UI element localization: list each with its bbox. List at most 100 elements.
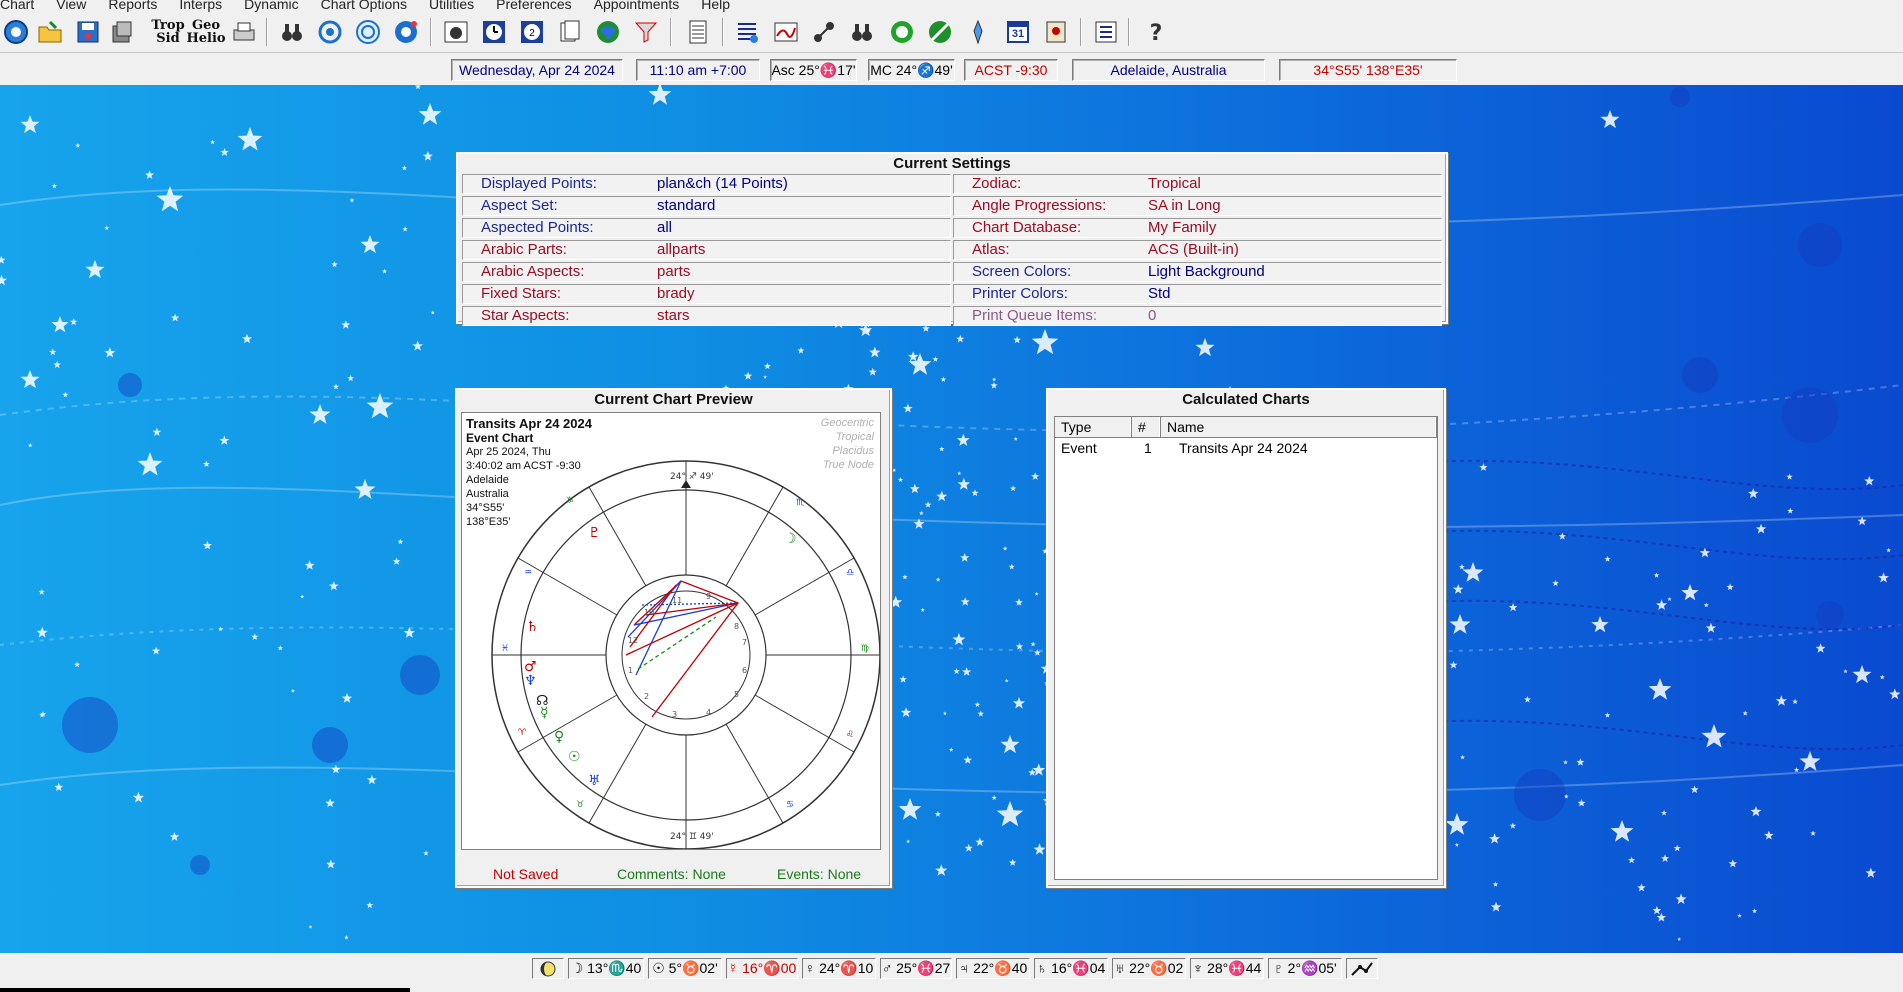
svg-text:♉: ♉ [576,800,584,810]
setting-star-aspects[interactable]: Star Aspects: stars [462,306,951,326]
print-icon[interactable] [228,16,260,48]
setting-displayed-points[interactable]: Displayed Points: plan&ch (14 Points) [462,174,951,194]
column-header-type[interactable]: Type [1055,417,1132,437]
location-field[interactable]: Adelaide, Australia [1072,59,1265,81]
row-number: 1 [1144,440,1152,456]
green-dial-icon[interactable] [924,16,956,48]
row-name: Transits Apr 24 2024 [1179,440,1308,456]
menu-utilities[interactable]: Utilities [418,0,485,11]
setting-label: Aspect Set: [481,197,558,214]
setting-zodiac[interactable]: Zodiac: Tropical [953,174,1442,194]
wheel-settings-icon[interactable] [390,16,422,48]
setting-chart-database[interactable]: Chart Database: My Family [953,218,1442,238]
chart-wheel-area[interactable]: Transits Apr 24 2024 Event Chart Apr 25 … [461,412,881,850]
neptune-position[interactable]: ♆ 28°♓44 [1190,958,1264,979]
setting-value: My Family [1148,219,1217,236]
menu-view[interactable]: View [45,0,97,11]
new-chart-icon[interactable] [0,16,32,48]
setting-value: standard [657,197,716,214]
setting-screen-colors[interactable]: Screen Colors: Light Background [953,262,1442,282]
sun-position[interactable]: ☉ 5°♉02' [648,958,722,979]
wheel-icon[interactable] [314,16,346,48]
svg-text:♈: ♈ [518,728,527,738]
venus-position[interactable]: ♀ 24°♈10 [802,958,876,979]
time-field[interactable]: 11:10 am +7:00 [636,59,760,81]
menu-help[interactable]: Help [690,0,741,11]
binoculars-icon[interactable] [276,16,308,48]
table-row[interactable]: Event 1 Transits Apr 24 2024 [1055,438,1437,458]
setting-label: Arabic Aspects: [481,263,585,280]
comments-label[interactable]: Comments: None [617,866,726,882]
setting-atlas[interactable]: Atlas: ACS (Built-in) [953,240,1442,260]
menu-preferences[interactable]: Preferences [485,0,582,11]
save-disk-icon[interactable] [72,16,104,48]
toolbar: Trop Sid Geo Helio 2 31 ? [0,12,1903,53]
dial-icon[interactable]: 2 [516,16,548,48]
mercury-position[interactable]: ☿ 16°♈00 [726,958,798,979]
jupiter-position[interactable]: ♃ 22°♉40 [956,958,1030,979]
pluto-position[interactable]: ♇ 2°♒05' [1268,958,1342,979]
column-header-name[interactable]: Name [1161,417,1437,437]
svg-text:☽: ☽ [784,531,797,547]
uranus-position[interactable]: ♅ 22°♉02 [1112,958,1186,979]
green-clock-icon[interactable] [886,16,918,48]
menu-reports[interactable]: Reports [97,0,168,11]
geo-helio-button[interactable]: Geo Helio [186,16,225,48]
wheel-zoom-icon[interactable] [352,16,384,48]
setting-label: Displayed Points: [481,175,597,192]
setting-value: Light Background [1148,263,1265,280]
crystal-icon[interactable] [962,16,994,48]
setting-print-queue-items[interactable]: Print Queue Items: 0 [953,306,1442,326]
help-icon[interactable]: ? [1140,16,1172,48]
globe-icon[interactable] [592,16,624,48]
setting-angle-progressions[interactable]: Angle Progressions: SA in Long [953,196,1442,216]
notebook-icon[interactable] [1040,16,1072,48]
setting-aspect-set[interactable]: Aspect Set: standard [462,196,951,216]
database-icon[interactable] [106,16,138,48]
setting-fixed-stars[interactable]: Fixed Stars: brady [462,284,951,304]
calendar-icon[interactable]: 31 [1002,16,1034,48]
midheaven-field[interactable]: MC 24°♐49' [868,59,955,81]
svg-text:♒: ♒ [524,568,532,578]
timezone-field[interactable]: ACST -9:30 [964,59,1058,81]
coordinates-field[interactable]: 34°S55' 138°E35' [1279,59,1457,81]
ascendant-field[interactable]: Asc 25°♓17' [770,59,857,81]
trop-sid-button[interactable]: Trop Sid [150,16,186,48]
date-field[interactable]: Wednesday, Apr 24 2024 [451,59,623,81]
svg-text:☿: ☿ [540,705,549,721]
menu-chart[interactable]: Chart [0,0,45,11]
pages-icon[interactable] [554,16,586,48]
saturn-position[interactable]: ♄ 16°♓04 [1034,958,1108,979]
clock-icon[interactable] [478,16,510,48]
filter-icon[interactable] [630,16,662,48]
menu-interps[interactable]: Interps [168,0,233,11]
not-saved-label: Not Saved [493,866,559,882]
aspect-grid-icon[interactable] [1346,958,1378,979]
setting-arabic-parts[interactable]: Arabic Parts: allparts [462,240,951,260]
chart-window-icon[interactable] [440,16,472,48]
graph-icon[interactable] [770,16,802,48]
calculator-icon[interactable] [682,16,714,48]
column-header-number[interactable]: # [1132,417,1161,437]
list-icon[interactable] [732,16,764,48]
setting-label: Printer Colors: [972,285,1068,302]
menu-dynamic[interactable]: Dynamic [233,0,309,11]
menu-appointments[interactable]: Appointments [583,0,691,11]
setting-printer-colors[interactable]: Printer Colors: Std [953,284,1442,304]
setting-aspected-points[interactable]: Aspected Points: all [462,218,951,238]
events-label[interactable]: Events: None [777,866,861,882]
svg-text:♋: ♋ [786,800,794,810]
setting-arabic-aspects[interactable]: Arabic Aspects: parts [462,262,951,282]
transit-search-icon[interactable] [808,16,840,48]
ic-degree-label: 24° ♊ 49' [670,832,714,842]
menu-chart-options[interactable]: Chart Options [310,0,418,11]
search-binoculars-icon[interactable] [846,16,878,48]
mars-position[interactable]: ♂ 25°♓27 [880,958,952,979]
svg-text:5: 5 [734,690,739,699]
moon-position[interactable]: ☽ 13°♏40 [568,958,644,979]
moon-phase-icon[interactable] [532,958,564,979]
setting-label: Fixed Stars: [481,285,562,302]
svg-text:♏: ♏ [796,498,804,508]
settings-list-icon[interactable] [1090,16,1122,48]
open-folder-icon[interactable] [34,16,66,48]
